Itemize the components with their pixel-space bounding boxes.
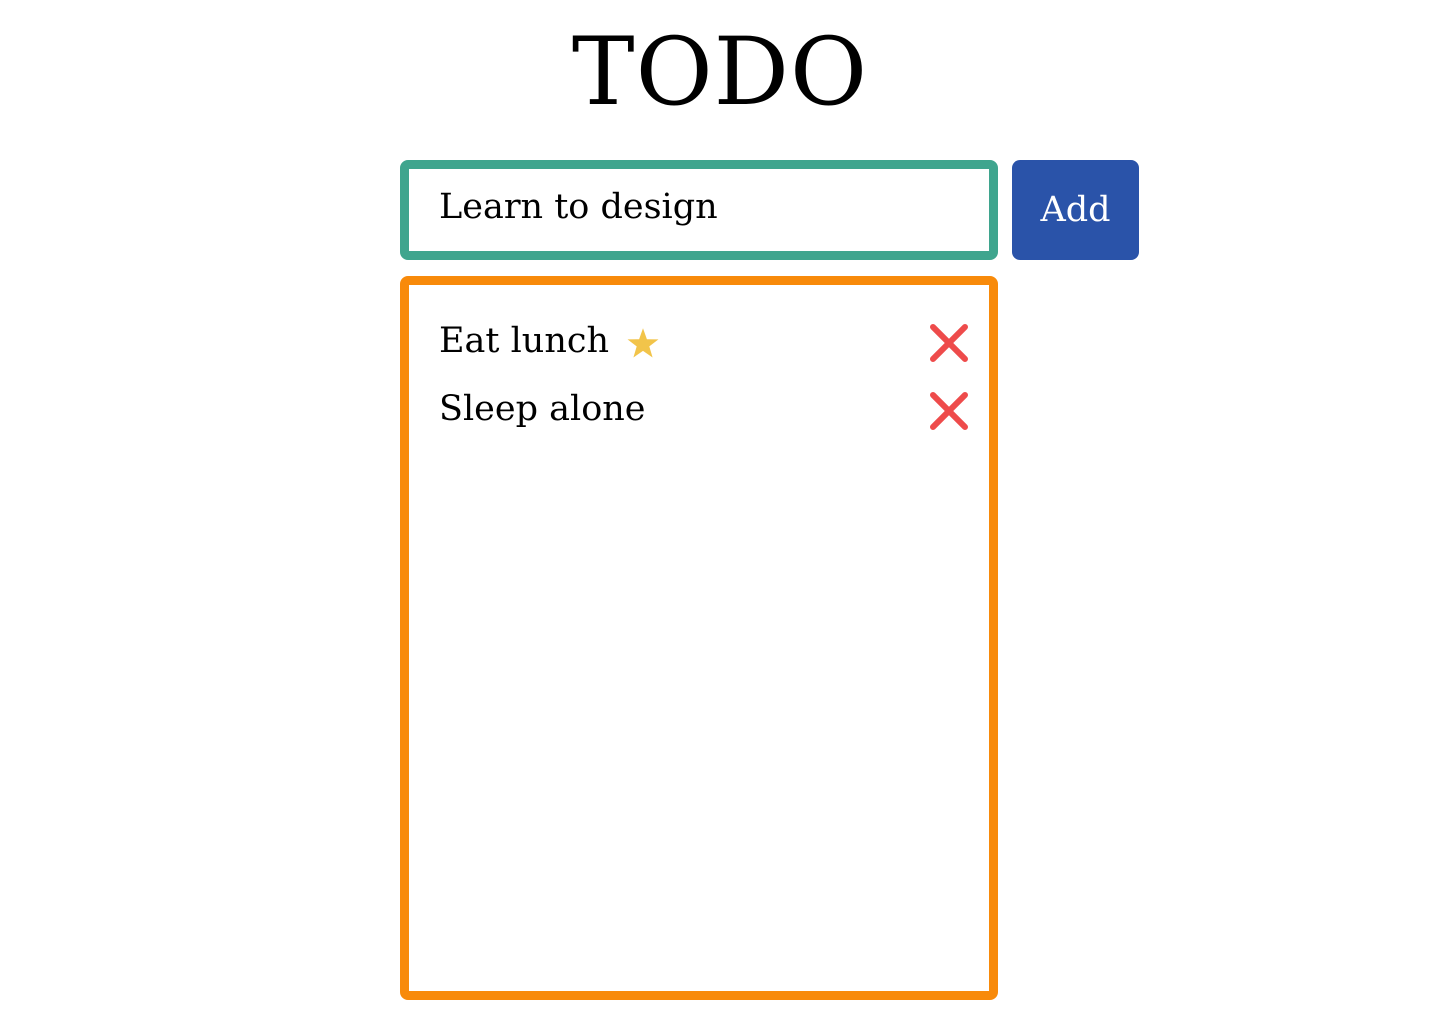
- todo-item-label: Sleep alone: [439, 389, 646, 429]
- page-title: TODO: [571, 18, 869, 127]
- star-icon[interactable]: [625, 321, 661, 358]
- todo-item-text: Eat lunch: [439, 311, 661, 371]
- todo-item: Sleep alone: [409, 379, 989, 439]
- add-button[interactable]: Add: [1012, 160, 1139, 260]
- close-icon: [930, 392, 968, 430]
- delete-todo-button[interactable]: [927, 389, 971, 433]
- new-todo-field[interactable]: [400, 160, 998, 260]
- todo-app: TODO Add Eat lunch: [0, 0, 1440, 1024]
- new-todo-input[interactable]: [409, 169, 989, 251]
- todo-item-label: Eat lunch: [439, 321, 610, 361]
- todo-item: Eat lunch: [409, 311, 989, 371]
- todo-item-text: Sleep alone: [439, 379, 646, 439]
- todo-list-panel: Eat lunch Sleep alone: [400, 276, 998, 1000]
- close-icon: [930, 324, 968, 362]
- delete-todo-button[interactable]: [927, 321, 971, 365]
